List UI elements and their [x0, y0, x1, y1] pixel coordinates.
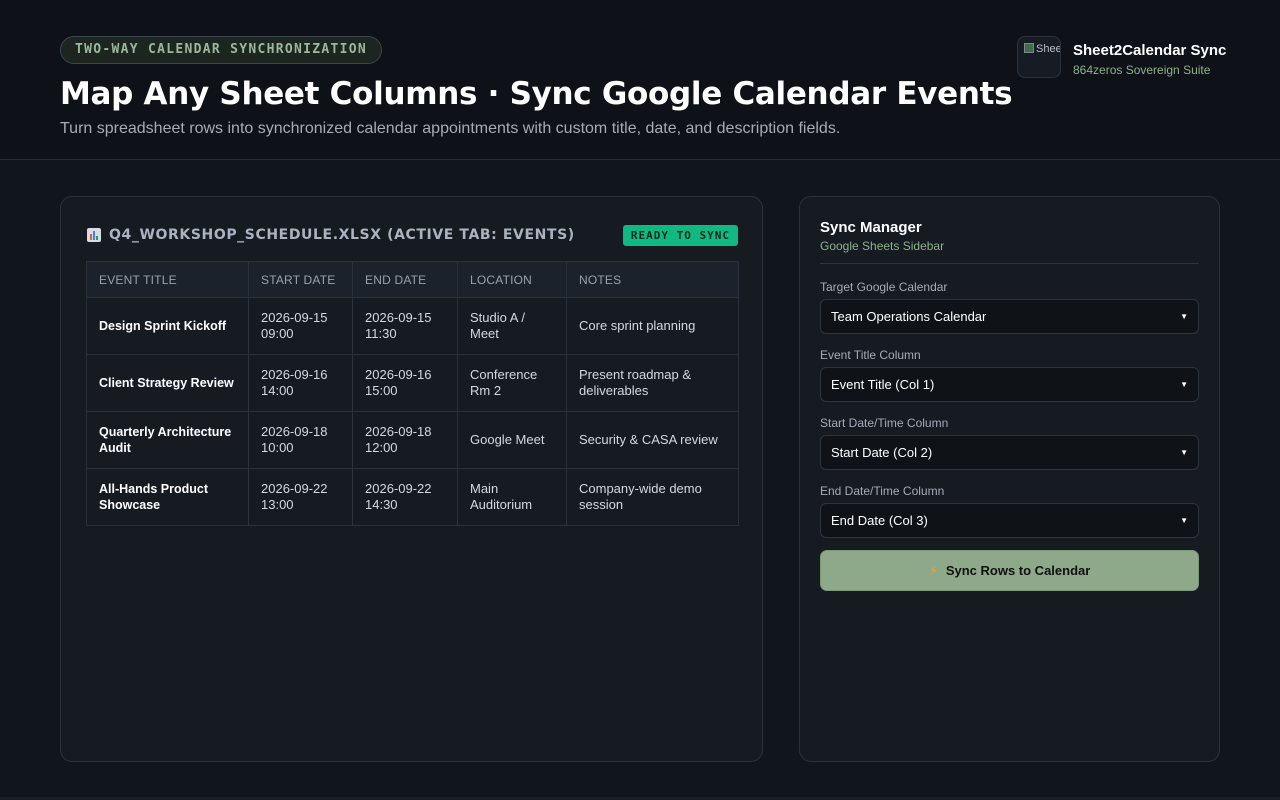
brand-text: Sheet2Calendar Sync 864zeros Sovereign S…	[1073, 42, 1226, 77]
brand-tagline: 864zeros Sovereign Suite	[1073, 63, 1211, 77]
file-name: Q4_WORKSHOP_SCHEDULE.XLSX (ACTIVE TAB: E…	[109, 227, 575, 243]
cell-notes: Present roadmap & deliverables	[566, 354, 739, 412]
column-header: END DATE	[352, 261, 458, 298]
cell-notes: Core sprint planning	[566, 297, 739, 355]
field-label: Target Google Calendar	[820, 280, 948, 294]
cell-event-title: Quarterly Architecture Audit	[86, 411, 249, 469]
field-label: End Date/Time Column	[820, 484, 945, 498]
brand-block: Sheet Sheet2Calendar Sync 864zeros Sover…	[1017, 36, 1226, 78]
table-row[interactable]: All-Hands Product Showcase 2026-09-22 13…	[86, 468, 739, 526]
table-row[interactable]: Client Strategy Review 2026-09-16 14:00 …	[86, 354, 739, 412]
cell-location: Main Auditorium	[457, 468, 567, 526]
select-value: End Date (Col 3)	[831, 513, 928, 528]
chevron-down-icon: ▼	[1180, 380, 1188, 389]
chart-icon	[87, 228, 101, 242]
chevron-down-icon: ▼	[1180, 448, 1188, 457]
start-column-select[interactable]: Start Date (Col 2) ▼	[820, 435, 1199, 470]
table-header-row: EVENT TITLE START DATE END DATE LOCATION…	[86, 261, 739, 298]
select-value: Start Date (Col 2)	[831, 445, 933, 460]
sidebar-title: Sync Manager	[820, 219, 922, 236]
hero-header: TWO-WAY CALENDAR SYNCHRONIZATION Map Any…	[0, 0, 1280, 160]
title-column-select[interactable]: Event Title (Col 1) ▼	[820, 367, 1199, 402]
broken-image-icon	[1024, 43, 1036, 57]
lightning-icon: ⚡	[928, 562, 938, 578]
column-header: EVENT TITLE	[86, 261, 249, 298]
title-column-field: Event Title Column Event Title (Col 1) ▼	[820, 348, 1199, 402]
field-label: Event Title Column	[820, 348, 921, 362]
sheet-header: Q4_WORKSHOP_SCHEDULE.XLSX (ACTIVE TAB: E…	[87, 223, 738, 247]
file-label: Q4_WORKSHOP_SCHEDULE.XLSX (ACTIVE TAB: E…	[87, 227, 575, 243]
page-subtitle: Turn spreadsheet rows into synchronized …	[60, 120, 841, 137]
cell-event-title: Design Sprint Kickoff	[86, 297, 249, 355]
chevron-down-icon: ▼	[1180, 312, 1188, 321]
end-column-field: End Date/Time Column End Date (Col 3) ▼	[820, 484, 1199, 538]
sidebar-header: Sync Manager Google Sheets Sidebar	[820, 219, 1199, 264]
cell-end-date: 2026-09-16 15:00	[352, 354, 458, 412]
cell-end-date: 2026-09-15 11:30	[352, 297, 458, 355]
events-table: EVENT TITLE START DATE END DATE LOCATION…	[86, 261, 739, 526]
target-calendar-select[interactable]: Team Operations Calendar ▼	[820, 299, 1199, 334]
table-row[interactable]: Design Sprint Kickoff 2026-09-15 09:00 2…	[86, 297, 739, 355]
cell-start-date: 2026-09-15 09:00	[248, 297, 353, 355]
cell-notes: Security & CASA review	[566, 411, 739, 469]
select-value: Event Title (Col 1)	[831, 377, 935, 392]
cell-end-date: 2026-09-18 12:00	[352, 411, 458, 469]
start-column-field: Start Date/Time Column Start Date (Col 2…	[820, 416, 1199, 470]
cell-location: Studio A / Meet	[457, 297, 567, 355]
end-column-select[interactable]: End Date (Col 3) ▼	[820, 503, 1199, 538]
cell-notes: Company-wide demo session	[566, 468, 739, 526]
cell-start-date: 2026-09-18 10:00	[248, 411, 353, 469]
cell-location: Google Meet	[457, 411, 567, 469]
page-title: Map Any Sheet Columns · Sync Google Cale…	[60, 76, 1013, 112]
cell-event-title: Client Strategy Review	[86, 354, 249, 412]
brand-logo-alt: Sheet	[1036, 43, 1060, 55]
sync-rows-button[interactable]: ⚡ Sync Rows to Calendar	[820, 550, 1199, 591]
table-row[interactable]: Quarterly Architecture Audit 2026-09-18 …	[86, 411, 739, 469]
cell-start-date: 2026-09-16 14:00	[248, 354, 353, 412]
cell-start-date: 2026-09-22 13:00	[248, 468, 353, 526]
chevron-down-icon: ▼	[1180, 516, 1188, 525]
brand-logo-icon: Sheet	[1017, 36, 1061, 78]
column-header: LOCATION	[457, 261, 567, 298]
select-value: Team Operations Calendar	[831, 309, 987, 324]
brand-name: Sheet2Calendar Sync	[1073, 42, 1227, 59]
sync-button-label: Sync Rows to Calendar	[945, 563, 1091, 578]
cell-end-date: 2026-09-22 14:30	[352, 468, 458, 526]
feature-pill: TWO-WAY CALENDAR SYNCHRONIZATION	[60, 36, 383, 64]
sync-manager-sidebar: Sync Manager Google Sheets Sidebar Targe…	[799, 196, 1220, 762]
cell-location: Conference Rm 2	[457, 354, 567, 412]
status-badge: READY TO SYNC	[622, 224, 738, 246]
column-header: NOTES	[566, 261, 739, 298]
target-calendar-field: Target Google Calendar Team Operations C…	[820, 280, 1199, 334]
cell-event-title: All-Hands Product Showcase	[86, 468, 249, 526]
sidebar-subtitle: Google Sheets Sidebar	[820, 239, 945, 253]
sheet-preview-panel: Q4_WORKSHOP_SCHEDULE.XLSX (ACTIVE TAB: E…	[60, 196, 763, 762]
field-label: Start Date/Time Column	[820, 416, 949, 430]
column-header: START DATE	[248, 261, 353, 298]
